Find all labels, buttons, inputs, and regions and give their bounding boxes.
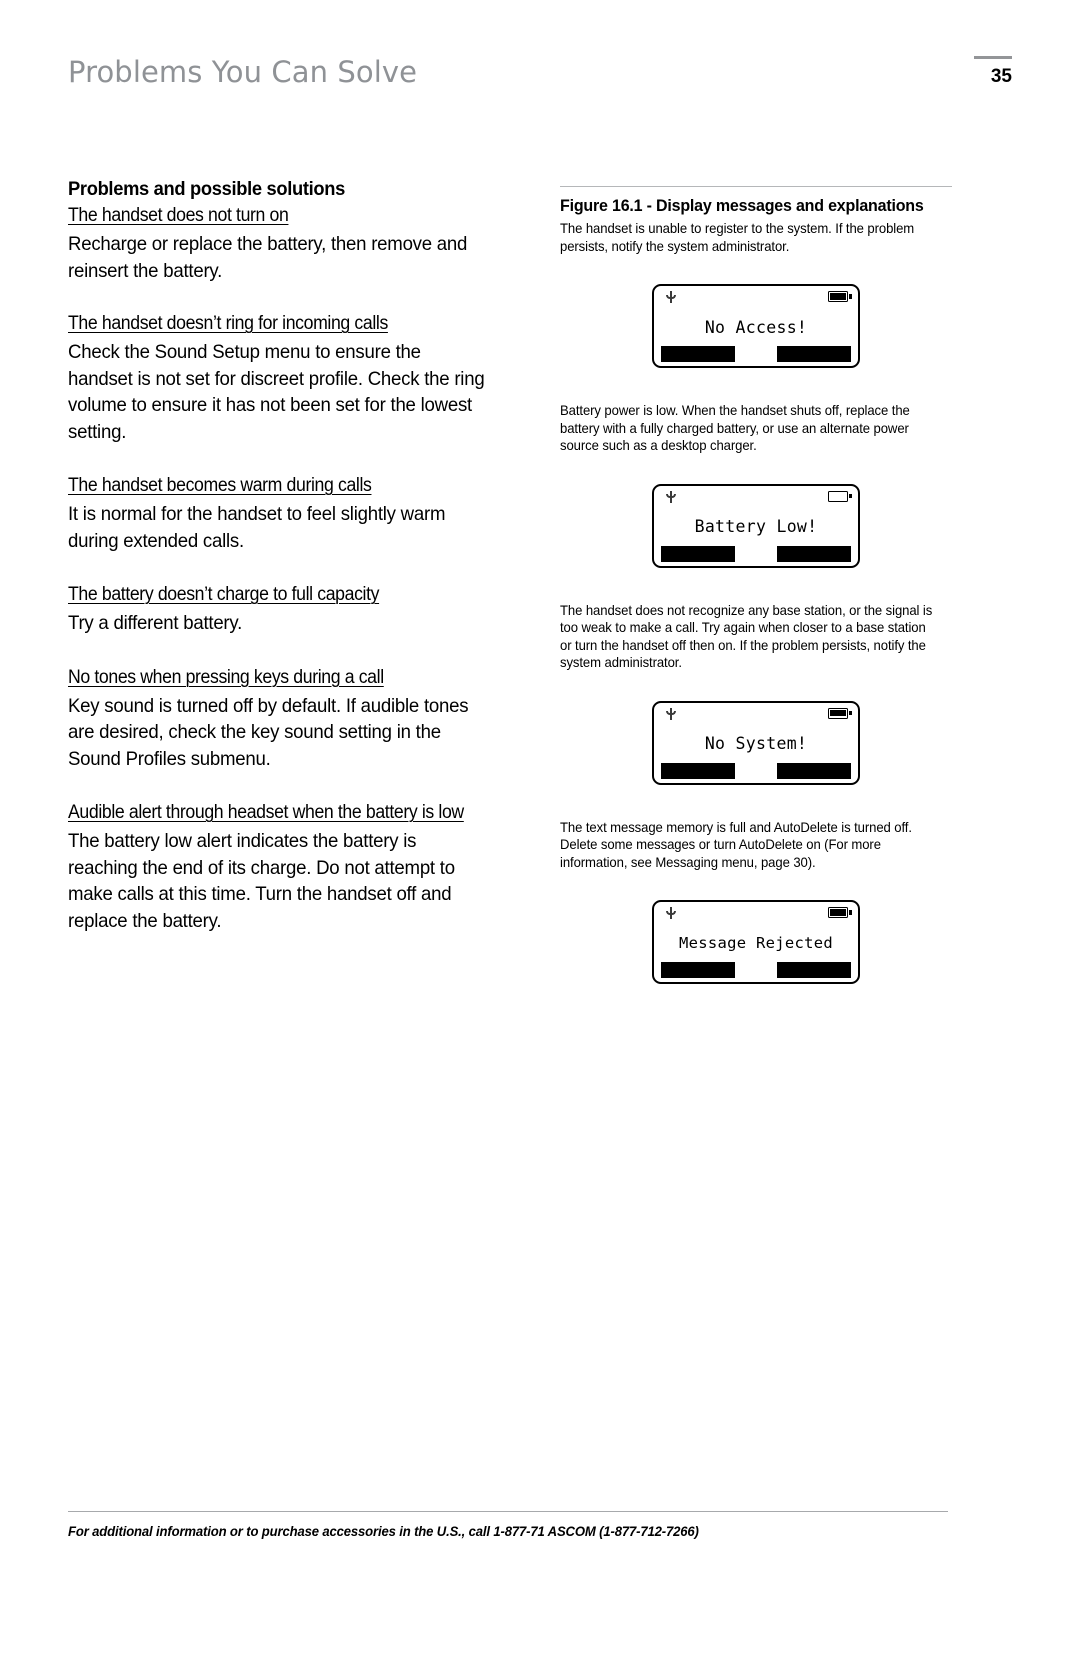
problem-heading: The handset does not turn on <box>68 205 289 226</box>
lcd-display: No Access! <box>652 284 860 368</box>
page-number-rule <box>974 56 1012 59</box>
lcd-display-wrapper: Battery Low! <box>560 483 952 568</box>
problem-body: Try a different battery. <box>68 612 243 634</box>
lcd-softkey-left <box>661 762 735 779</box>
lcd-message: No System! <box>704 734 808 753</box>
page-footer: For additional information or to purchas… <box>68 1511 948 1541</box>
page-header: Problems You Can Solve 35 <box>68 52 1012 112</box>
problem-entry: The battery doesn’t charge to full capac… <box>68 582 508 637</box>
problem-entry: The handset doesn’t ring for incoming ca… <box>68 311 508 445</box>
lcd-display: Message Rejected <box>652 900 860 984</box>
lcd-status-bar <box>654 703 858 725</box>
problem-entry: No tones when pressing keys during a cal… <box>68 665 508 773</box>
lcd-softkey-bar <box>654 962 858 978</box>
battery-empty-icon <box>828 490 852 502</box>
antenna-icon <box>665 291 676 303</box>
lcd-message: No Access! <box>704 317 808 337</box>
figure-entry: The handset is unable to register to the… <box>560 220 952 368</box>
figure-caption: The handset is unable to register to the… <box>560 221 915 254</box>
page-number: 35 <box>990 66 1012 87</box>
problem-body: Key sound is turned off by default. If a… <box>68 694 469 770</box>
lcd-softkey-left <box>661 545 735 562</box>
page-number-block: 35 <box>952 56 1012 87</box>
right-column: Figure 16.1 - Display messages and expla… <box>560 176 952 984</box>
lcd-softkey-right <box>777 962 851 978</box>
figure-entry: The handset does not recognize any base … <box>560 602 952 785</box>
lcd-message: Battery Low! <box>694 517 818 536</box>
footer-text: For additional information or to purchas… <box>68 1524 699 1539</box>
page-title: Problems You Can Solve <box>68 55 418 89</box>
left-column: Problems and possible solutions The hand… <box>68 176 508 934</box>
problem-heading: No tones when pressing keys during a cal… <box>68 666 384 688</box>
lcd-softkey-right <box>777 545 851 562</box>
lcd-status-bar <box>654 286 858 308</box>
problem-heading: The handset doesn’t ring for incoming ca… <box>68 313 388 334</box>
figure-title: Figure 16.1 - Display messages and expla… <box>560 197 924 215</box>
lcd-display-wrapper: No System! <box>560 700 952 785</box>
lcd-display-wrapper: No Access! <box>560 284 952 368</box>
antenna-icon <box>665 490 676 503</box>
figure-caption: Battery power is low. When the handset s… <box>560 403 910 453</box>
lcd-display: No System! <box>652 700 860 785</box>
lcd-status-bar <box>654 486 858 508</box>
section-title: Problems and possible solutions <box>68 178 346 200</box>
lcd-softkey-right <box>777 346 851 362</box>
lcd-softkey-left <box>661 962 735 978</box>
problem-heading: Audible alert through headset when the b… <box>68 802 464 823</box>
problem-heading: The handset becomes warm during calls <box>68 475 372 496</box>
problem-body: Check the Sound Setup menu to ensure the… <box>68 341 485 443</box>
problem-body: It is normal for the handset to feel sli… <box>68 503 446 552</box>
battery-full-icon <box>828 707 852 719</box>
figure-rule <box>560 186 952 187</box>
figure-caption: The text message memory is full and Auto… <box>560 819 912 870</box>
lcd-softkey-bar <box>654 346 858 362</box>
lcd-display-wrapper: Message Rejected <box>560 900 952 984</box>
figure-caption: The handset does not recognize any base … <box>560 602 933 671</box>
antenna-icon <box>665 907 676 919</box>
problem-body: Recharge or replace the battery, then re… <box>68 233 468 282</box>
figure-entry: Battery power is low. When the handset s… <box>560 402 952 568</box>
battery-full-icon <box>828 291 852 302</box>
lcd-softkey-bar <box>654 762 858 779</box>
lcd-status-bar <box>654 902 858 924</box>
problem-body: The battery low alert indicates the batt… <box>68 830 455 932</box>
figure-entry: The text message memory is full and Auto… <box>560 819 952 984</box>
lcd-softkey-left <box>661 346 735 362</box>
problem-entry: The handset becomes warm during calls It… <box>68 473 508 554</box>
antenna-icon <box>665 707 676 720</box>
lcd-softkey-right <box>777 762 851 779</box>
problem-heading: The battery doesn’t charge to full capac… <box>68 584 380 605</box>
lcd-message: Message Rejected <box>678 934 834 952</box>
battery-full-icon <box>828 907 852 918</box>
lcd-display: Battery Low! <box>652 483 860 568</box>
footer-rule <box>68 1511 948 1512</box>
problem-entry: The handset does not turn on Recharge or… <box>68 203 508 284</box>
problem-entry: Audible alert through headset when the b… <box>68 800 508 934</box>
lcd-softkey-bar <box>654 545 858 562</box>
